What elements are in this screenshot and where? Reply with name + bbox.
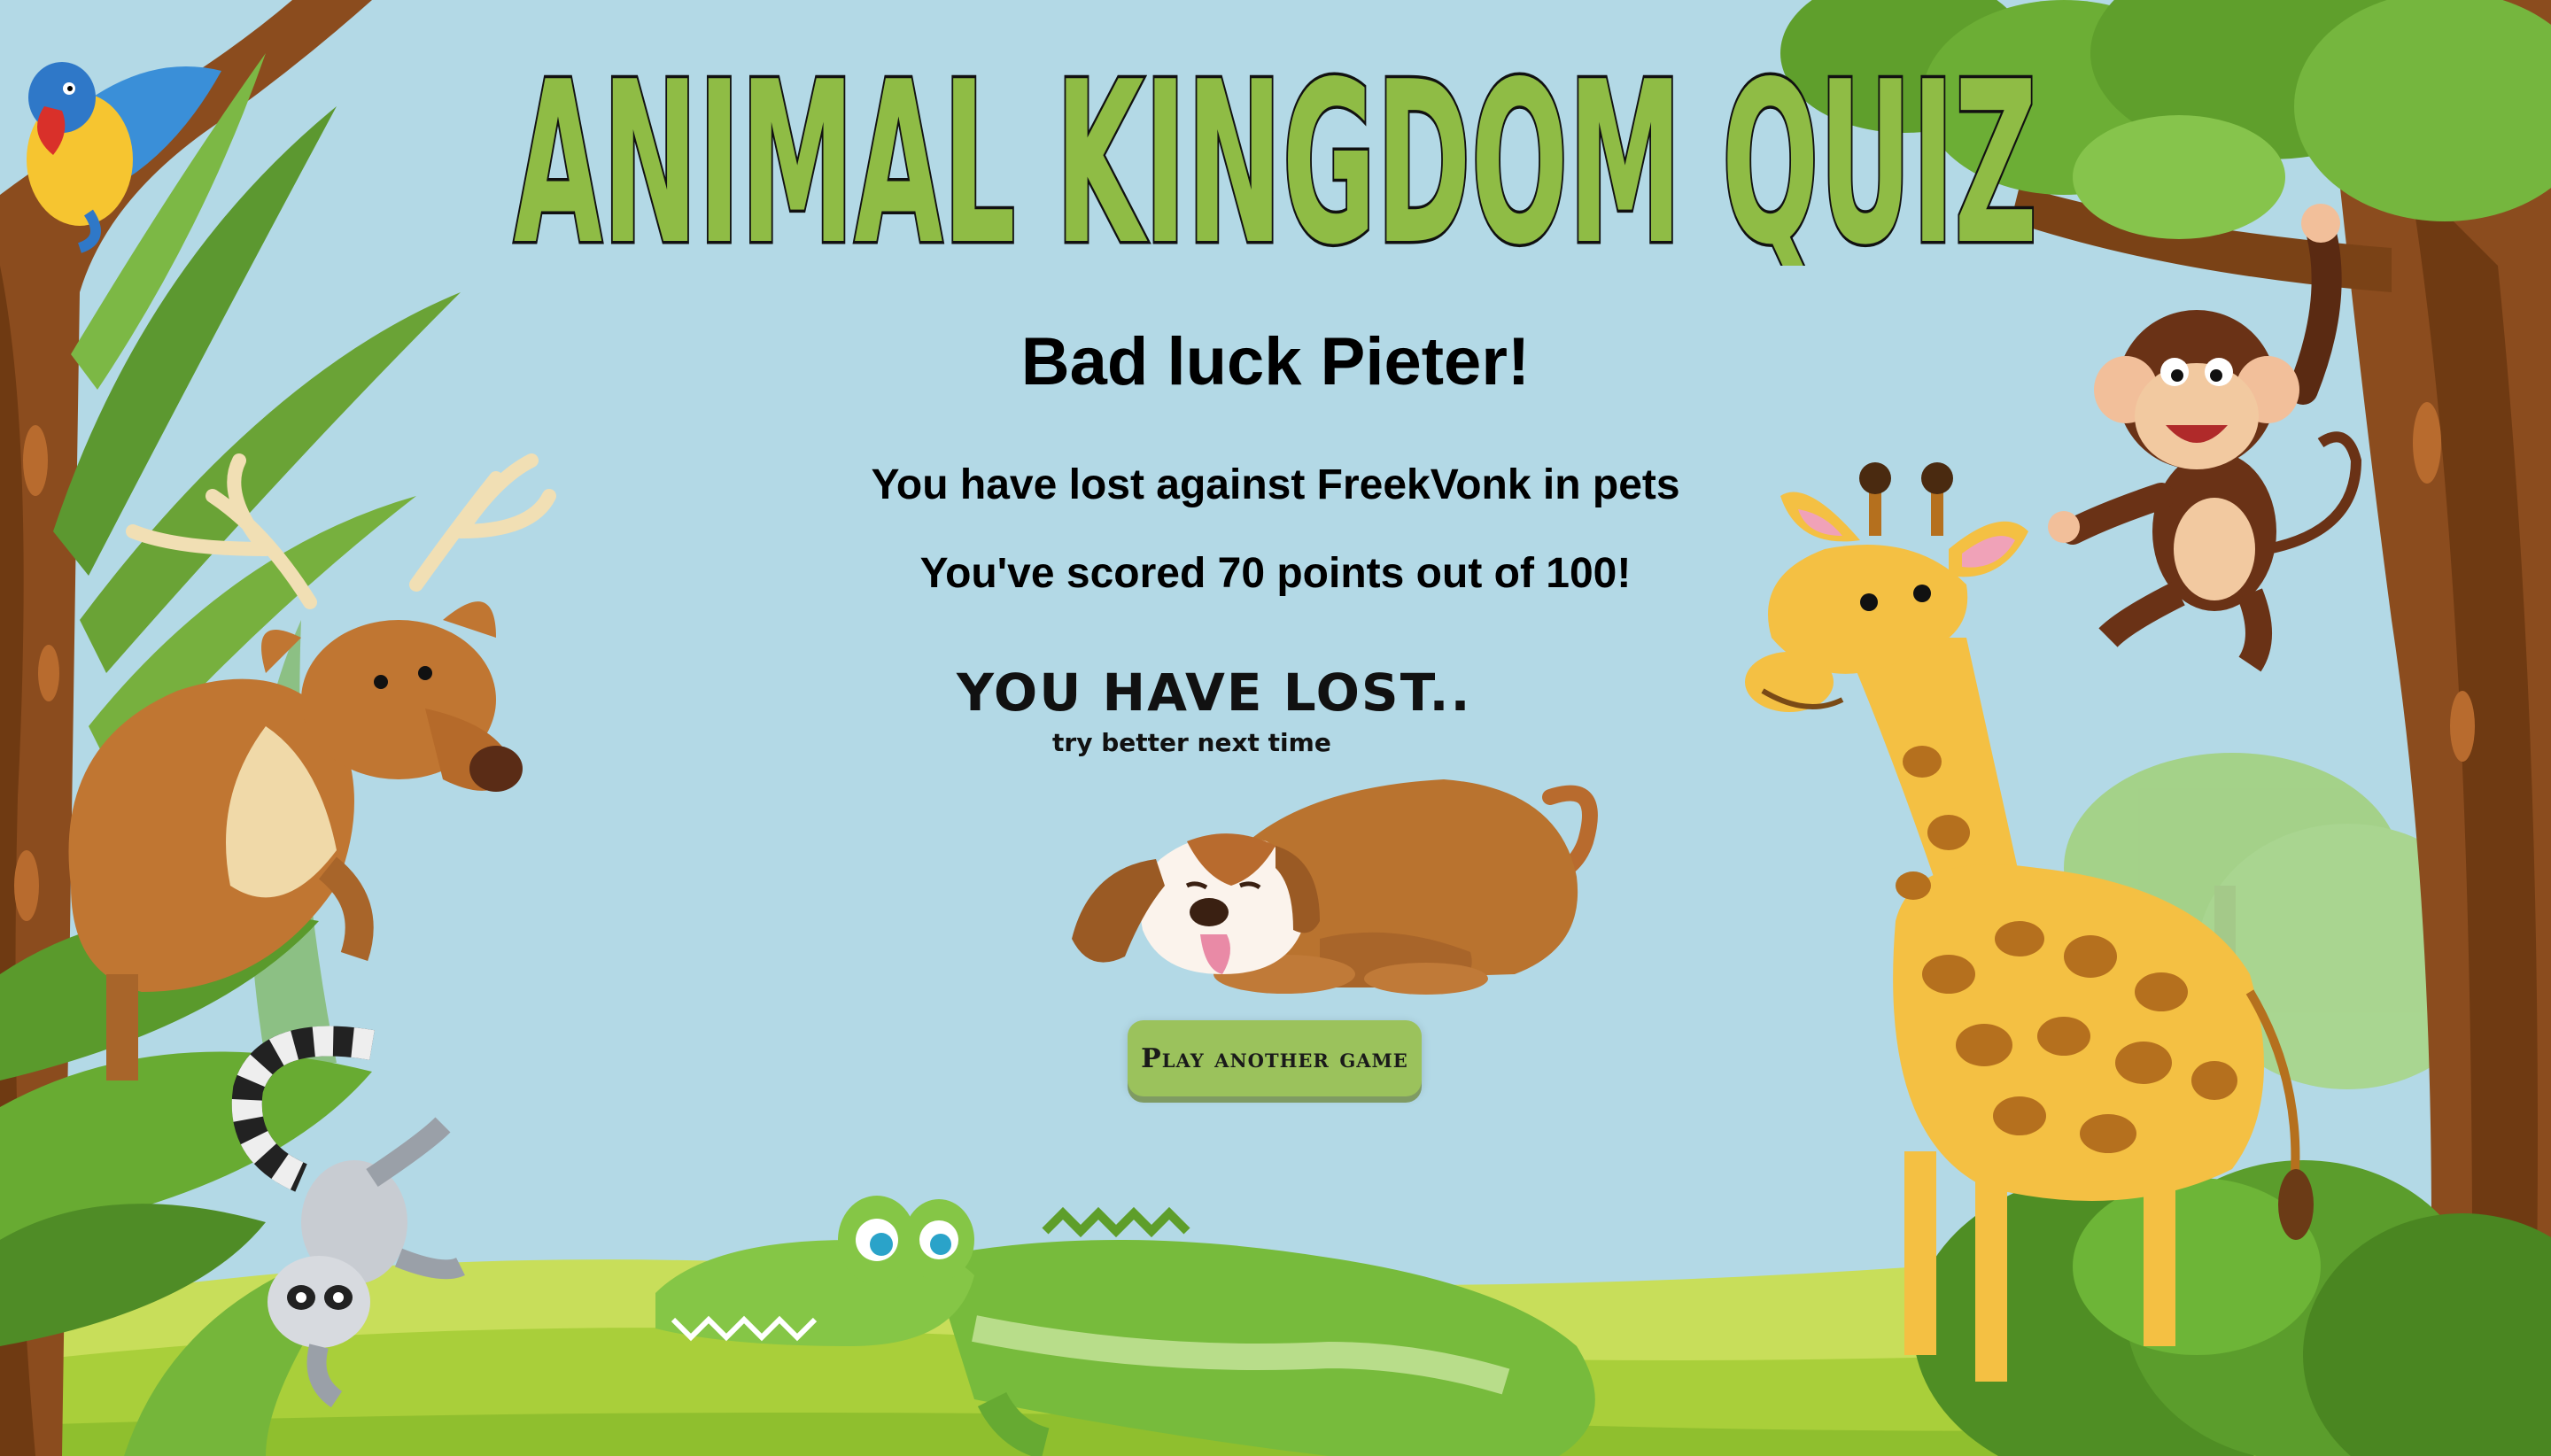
result-heading: Bad luck Pieter! <box>1020 324 1531 399</box>
lost-banner-subtitle: try better next time <box>1052 728 1331 757</box>
opponent-line: You have lost against FreekVonk in pets <box>871 461 1680 508</box>
lost-banner: YOU HAVE LOST.. try better next time <box>957 662 1470 769</box>
crocodile-icon <box>655 1196 1595 1456</box>
score-line: You've scored 70 points out of 100! <box>919 550 1632 597</box>
page-title: ANIMAL KINGDOM QUIZ <box>511 35 2041 266</box>
play-another-game-button[interactable]: Play another game <box>1128 1020 1422 1096</box>
lost-banner-title: YOU HAVE LOST.. <box>957 662 1472 723</box>
sad-dog-icon <box>1072 779 1598 995</box>
lemur-icon <box>231 1026 465 1408</box>
parrot-icon <box>27 62 221 253</box>
page-title-text: ANIMAL KINGDOM QUIZ <box>514 35 2037 266</box>
